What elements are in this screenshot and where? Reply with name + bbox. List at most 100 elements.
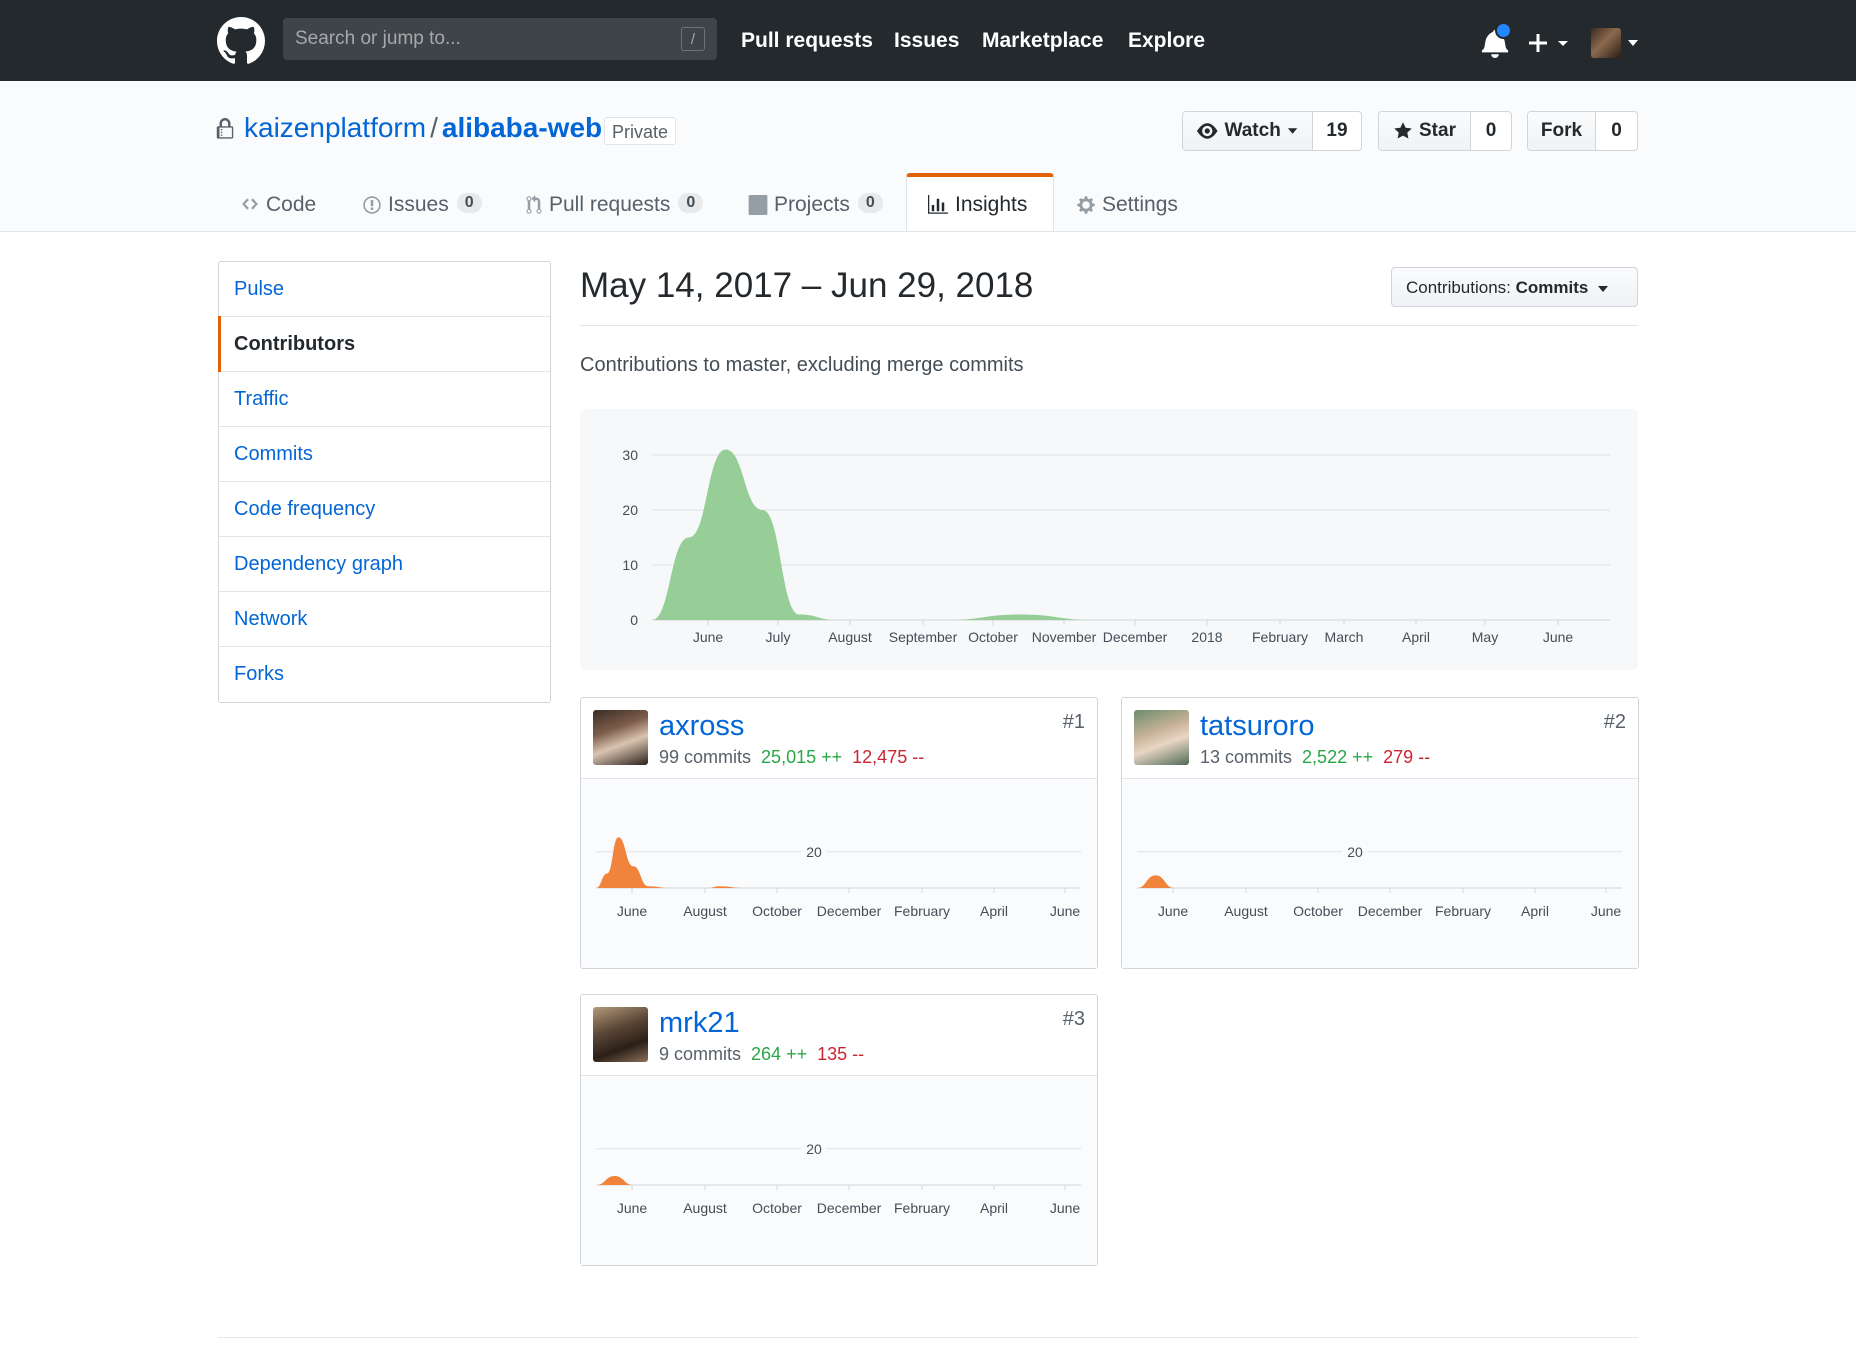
commit-count-link[interactable]: 99 commits (659, 747, 751, 767)
star-icon (1394, 122, 1412, 139)
tab-insights[interactable]: Insights (906, 173, 1054, 231)
additions-count: 2,522 ++ (1302, 747, 1374, 767)
y-tick-label: 0 (630, 612, 638, 628)
x-tick-label: October (752, 903, 802, 919)
x-tick-label: July (766, 629, 791, 645)
series-area (596, 1175, 1081, 1185)
x-tick-label: February (894, 903, 950, 919)
contributor-card: mrk21 9 commits 264 ++ 135 -- #3 20 June A… (580, 994, 1098, 1266)
sidebar-item-code-frequency[interactable]: Code frequency (219, 482, 550, 537)
avatar[interactable] (1134, 710, 1189, 765)
sidebar-item-traffic[interactable]: Traffic (219, 372, 550, 427)
fork-button[interactable]: Fork (1528, 112, 1596, 150)
commit-count-link[interactable]: 9 commits (659, 1044, 741, 1064)
additions-count: 25,015 ++ (761, 747, 843, 767)
avatar[interactable] (593, 710, 648, 765)
contributor-name-link[interactable]: mrk21 (659, 1007, 740, 1040)
unread-notification-dot (1495, 22, 1512, 39)
x-tick-label: February (1435, 903, 1491, 919)
repo-owner-link[interactable]: kaizenplatform (244, 112, 426, 143)
star-count[interactable]: 0 (1471, 112, 1511, 150)
x-tick-label: 2018 (1191, 629, 1222, 645)
x-tick-label: December (1358, 903, 1423, 919)
y-tick-label: 20 (622, 502, 638, 518)
global-header: / Pull requests Issues Marketplace Explo… (0, 0, 1856, 81)
watch-button[interactable]: Watch (1183, 112, 1313, 150)
commit-count-link[interactable]: 13 commits (1200, 747, 1292, 767)
tab-projects[interactable]: Projects 0 (748, 175, 883, 231)
user-avatar[interactable] (1591, 28, 1621, 58)
additions-count: 264 ++ (751, 1044, 808, 1064)
y-tick-label: 20 (1347, 844, 1363, 860)
fork-label: Fork (1540, 120, 1583, 141)
x-tick-label: November (1032, 629, 1097, 645)
x-tick-label: February (1252, 629, 1308, 645)
sidebar-item-network[interactable]: Network (219, 592, 550, 647)
x-tick-label: April (980, 903, 1008, 919)
y-tick-label: 20 (806, 1141, 822, 1157)
search-input[interactable] (283, 18, 663, 60)
repo-name-link[interactable]: alibaba-web (442, 112, 602, 143)
projects-counter: 0 (857, 193, 883, 213)
contributor-rank: #1 (1062, 711, 1085, 733)
tab-settings-label: Settings (1102, 193, 1178, 216)
x-tick-label: October (752, 1200, 802, 1216)
tab-issues[interactable]: Issues 0 (362, 175, 482, 231)
tab-code[interactable]: Code (240, 175, 316, 231)
x-tick-label: June (1543, 629, 1574, 645)
contributor-name-link[interactable]: axross (659, 710, 744, 743)
x-tick-label: June (617, 1200, 648, 1216)
tab-code-label: Code (266, 193, 317, 216)
pull-requests-counter: 0 (678, 193, 704, 213)
nav-explore[interactable]: Explore (1128, 29, 1205, 53)
x-tick-label: October (1293, 903, 1343, 919)
x-tick-label: December (817, 903, 882, 919)
insights-sidebar: Pulse Contributors Traffic Commits Code … (218, 261, 551, 703)
contributions-type-select[interactable]: Contributions: Commits (1391, 267, 1638, 307)
x-tick-label: June (1050, 903, 1081, 919)
chevron-down-icon (1287, 128, 1298, 134)
watch-count[interactable]: 19 (1313, 112, 1361, 150)
contributor-stats: 13 commits 2,522 ++ 279 -- (1200, 747, 1430, 768)
fork-count[interactable]: 0 (1596, 112, 1637, 150)
footer-divider (218, 1337, 1638, 1338)
x-tick-label: December (817, 1200, 882, 1216)
contributor-card: axross 99 commits 25,015 ++ 12,475 -- #1… (580, 697, 1098, 969)
repo-separator: / (430, 112, 438, 143)
chevron-down-icon[interactable] (1627, 39, 1639, 47)
eye-icon (1197, 123, 1218, 139)
create-new-plus-icon[interactable] (1528, 28, 1574, 58)
contributor-card-header: axross 99 commits 25,015 ++ 12,475 -- #1 (581, 698, 1097, 779)
sidebar-item-commits[interactable]: Commits (219, 427, 550, 482)
x-tick-label: October (968, 629, 1018, 645)
tab-settings[interactable]: Settings (1076, 175, 1178, 231)
x-tick-label: May (1472, 629, 1498, 645)
tab-pull-requests[interactable]: Pull requests 0 (525, 175, 704, 231)
y-tick-label: 20 (806, 844, 822, 860)
x-tick-label: August (683, 903, 727, 919)
sidebar-item-forks[interactable]: Forks (219, 647, 550, 702)
x-tick-label: December (1103, 629, 1168, 645)
nav-issues[interactable]: Issues (894, 29, 959, 53)
nav-marketplace[interactable]: Marketplace (982, 29, 1103, 53)
deletions-count: 279 -- (1383, 747, 1431, 767)
nav-pull-requests[interactable]: Pull requests (741, 29, 873, 53)
code-icon (242, 198, 258, 210)
contributions-value: Commits (1515, 278, 1589, 297)
x-tick-label: June (617, 903, 648, 919)
series-area (652, 449, 1610, 620)
star-label: Star (1419, 120, 1456, 141)
star-button[interactable]: Star (1379, 112, 1471, 150)
contributor-chart-svg: 20 June August October December February April… (1137, 842, 1622, 919)
sidebar-item-pulse[interactable]: Pulse (219, 262, 550, 317)
github-logo-icon[interactable] (217, 17, 265, 65)
contributions-chart-svg: 0 10 20 30 June July August September October Nov… (622, 447, 1610, 645)
search-box[interactable]: / (283, 18, 717, 60)
sidebar-item-dependency-graph[interactable]: Dependency graph (219, 537, 550, 592)
contributor-name-link[interactable]: tatsuroro (1200, 710, 1314, 743)
watch-label: Watch (1224, 120, 1281, 141)
avatar[interactable] (593, 1007, 648, 1062)
gear-icon (1077, 196, 1095, 214)
x-tick-label: June (1158, 903, 1189, 919)
sidebar-item-contributors[interactable]: Contributors (218, 316, 550, 372)
